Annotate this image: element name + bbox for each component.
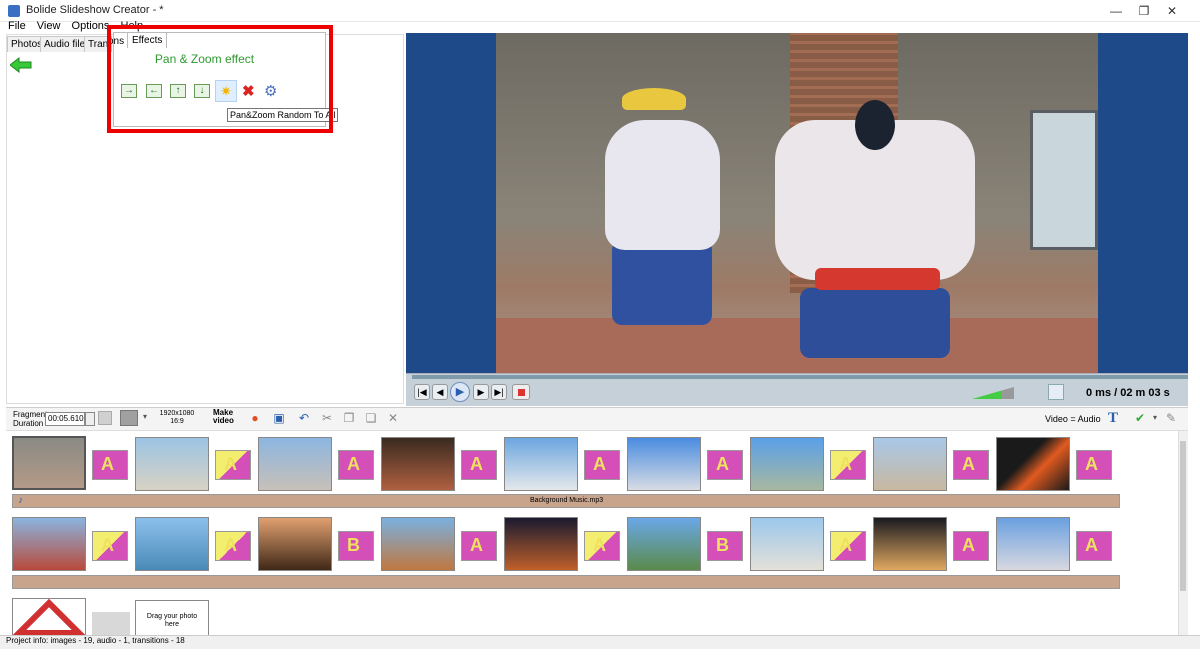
photo-slide[interactable] xyxy=(996,437,1070,491)
prev-frame-button[interactable]: ◀ xyxy=(432,384,448,400)
highlight-annotation xyxy=(107,25,333,133)
photo-slide[interactable] xyxy=(627,437,701,491)
photo-slide[interactable] xyxy=(12,517,86,571)
scrollbar-thumb[interactable] xyxy=(1180,441,1186,591)
transition-slide[interactable] xyxy=(707,531,743,561)
photo-slide[interactable] xyxy=(996,517,1070,571)
transition-slide[interactable] xyxy=(215,531,251,561)
statue-right-legs xyxy=(800,288,950,358)
paste-icon[interactable]: ❏ xyxy=(364,411,378,425)
photo-slide[interactable] xyxy=(381,437,455,491)
photo-slide[interactable] xyxy=(12,436,86,490)
transition-slide[interactable] xyxy=(338,450,374,480)
time-display: 0 ms / 02 m 03 s xyxy=(1086,387,1170,399)
photo-slide[interactable] xyxy=(258,437,332,491)
photo-slide[interactable] xyxy=(504,437,578,491)
drag-photo-placeholder[interactable]: Drag your photo here xyxy=(135,600,209,636)
photo-slide[interactable] xyxy=(258,517,332,571)
fullscreen-icon[interactable] xyxy=(1048,384,1064,400)
save-icon[interactable]: ▣ xyxy=(272,411,286,425)
close-button[interactable]: ✕ xyxy=(1158,2,1186,20)
transition-slide[interactable] xyxy=(830,531,866,561)
title-bar xyxy=(0,0,1200,22)
make-video-button[interactable]: Make video xyxy=(213,409,234,425)
photo-slide[interactable] xyxy=(627,517,701,571)
resolution-selector[interactable]: 1920x1080 16:9 xyxy=(158,410,196,426)
app-icon xyxy=(8,5,20,17)
transition-slide[interactable] xyxy=(584,450,620,480)
music-note-icon: ♪ xyxy=(18,495,23,506)
photo-slide[interactable] xyxy=(873,437,947,491)
undo-icon[interactable]: ↶ xyxy=(297,411,311,425)
transition-slide[interactable] xyxy=(707,450,743,480)
transition-slide[interactable] xyxy=(830,450,866,480)
window-title: Bolide Slideshow Creator - * xyxy=(26,4,164,16)
statue-right-head xyxy=(855,100,895,150)
seek-bar[interactable] xyxy=(412,375,1188,379)
chevron-down-icon[interactable]: ▾ xyxy=(143,412,147,421)
statue-right-belt xyxy=(815,268,940,290)
menu-file[interactable]: File xyxy=(0,20,30,32)
stop-button[interactable] xyxy=(512,384,530,400)
transition-slide[interactable] xyxy=(461,531,497,561)
statue-left-legs xyxy=(612,240,712,325)
photo-slide[interactable] xyxy=(750,437,824,491)
statue-left-body xyxy=(605,120,720,250)
video-equals-audio-label[interactable]: Video = Audio xyxy=(1045,414,1101,424)
text-tool-icon[interactable]: T xyxy=(1106,411,1120,426)
minimize-button[interactable]: — xyxy=(1102,2,1130,20)
back-arrow-icon[interactable] xyxy=(9,56,32,74)
transition-slide[interactable] xyxy=(953,450,989,480)
tools-icon[interactable]: ✎ xyxy=(1164,411,1178,425)
record-icon[interactable]: ● xyxy=(248,411,262,425)
chevron-down-icon[interactable]: ▾ xyxy=(1148,411,1162,425)
photo-slide[interactable] xyxy=(135,437,209,491)
building-window xyxy=(1030,110,1098,250)
empty-transition-slot[interactable] xyxy=(92,612,130,636)
background-swatch[interactable] xyxy=(98,411,112,425)
transition-slide[interactable] xyxy=(1076,450,1112,480)
maximize-button[interactable]: ❐ xyxy=(1130,2,1158,20)
transition-slide[interactable] xyxy=(92,450,128,480)
transition-slide[interactable] xyxy=(215,450,251,480)
statue-left-hat xyxy=(622,88,686,110)
checkmark-icon[interactable]: ✔ xyxy=(1133,411,1147,425)
photo-slide[interactable] xyxy=(135,517,209,571)
transition-slide[interactable] xyxy=(92,531,128,561)
photo-slide[interactable] xyxy=(750,517,824,571)
photo-slide[interactable] xyxy=(381,517,455,571)
fragment-duration-label: Fragment Duration xyxy=(13,410,48,428)
transition-slide[interactable] xyxy=(953,531,989,561)
go-end-button[interactable]: ▶| xyxy=(491,384,507,400)
photo-slide[interactable] xyxy=(873,517,947,571)
triangle-logo-slide[interactable] xyxy=(11,598,87,636)
delete-icon[interactable]: ✕ xyxy=(386,411,400,425)
photo-slide[interactable] xyxy=(504,517,578,571)
color-swatch[interactable] xyxy=(120,410,138,426)
fragment-duration-input[interactable]: 00:05.610 xyxy=(45,412,85,426)
brick-floor xyxy=(496,318,1098,373)
transition-slide[interactable] xyxy=(584,531,620,561)
transition-slide[interactable] xyxy=(338,531,374,561)
transition-slide[interactable] xyxy=(1076,531,1112,561)
duration-spinner[interactable] xyxy=(85,412,95,426)
audio-track-empty[interactable] xyxy=(12,575,1120,589)
audio-track-label: Background Music.mp3 xyxy=(530,497,604,504)
project-info: Project info: images - 19, audio - 1, tr… xyxy=(6,636,185,645)
go-start-button[interactable]: |◀ xyxy=(414,384,430,400)
play-button[interactable]: ▶ xyxy=(450,382,470,402)
cut-icon[interactable]: ✂ xyxy=(320,411,334,425)
menu-view[interactable]: View xyxy=(33,20,65,32)
transition-slide[interactable] xyxy=(461,450,497,480)
copy-icon[interactable]: ❐ xyxy=(342,411,356,425)
next-frame-button[interactable]: ▶ xyxy=(473,384,489,400)
